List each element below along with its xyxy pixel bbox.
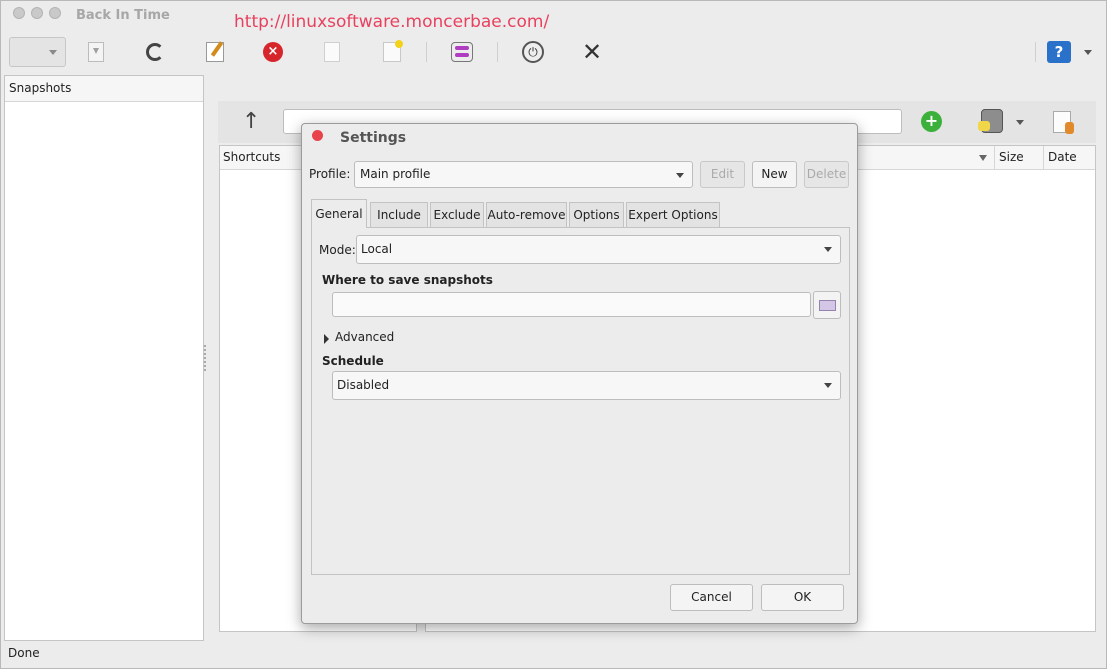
splitter-handle[interactable]: [204, 345, 207, 371]
disclosure-arrow-icon[interactable]: [324, 334, 329, 344]
window-close-button[interactable]: [13, 7, 25, 19]
tab-general[interactable]: General: [311, 199, 367, 228]
help-icon: ?: [1047, 41, 1071, 63]
shutdown-button[interactable]: ⏻: [520, 39, 546, 65]
refresh-icon: [146, 43, 164, 61]
close-icon: ✕: [581, 38, 603, 66]
schedule-label: Schedule: [322, 354, 384, 368]
snapshots-panel[interactable]: Snapshots: [4, 75, 204, 641]
new-profile-button[interactable]: New: [752, 161, 797, 188]
ok-button[interactable]: OK: [761, 584, 844, 611]
new-page-icon: [383, 40, 403, 62]
snapshot-path-input[interactable]: [332, 292, 811, 317]
dialog-title: Settings: [340, 130, 407, 146]
tab-options[interactable]: Options: [569, 202, 624, 227]
tab-auto-remove[interactable]: Auto-remove: [486, 202, 567, 227]
notes-icon[interactable]: [1053, 111, 1074, 134]
toolbar-separator: [497, 42, 498, 62]
profile-combo[interactable]: [9, 37, 66, 67]
mode-label: Mode:: [319, 243, 356, 257]
title-bar: Back In Time http://linuxsoftware.moncer…: [1, 1, 1106, 32]
folder-up-icon[interactable]: ↑: [242, 109, 260, 134]
general-tab-panel: Mode: Local Where to save snapshots Adva…: [311, 227, 850, 575]
chevron-down-icon: [824, 247, 832, 252]
restore-drive-icon[interactable]: [978, 109, 1003, 133]
edit-snapshot-button[interactable]: [202, 39, 228, 65]
chevron-down-icon[interactable]: [1016, 120, 1024, 125]
watermark-url: http://linuxsoftware.moncerbae.com/: [234, 12, 550, 32]
tab-exclude[interactable]: Exclude: [430, 202, 484, 227]
blank-page-icon: [324, 42, 340, 62]
help-menu-button[interactable]: [1075, 39, 1101, 65]
help-button[interactable]: ?: [1046, 39, 1072, 65]
tab-include[interactable]: Include: [370, 202, 428, 227]
advanced-toggle[interactable]: Advanced: [335, 330, 394, 344]
schedule-select[interactable]: Disabled: [332, 371, 841, 400]
settings-dialog: Settings Profile: Main profile Edit New …: [301, 123, 858, 624]
edit-icon: [206, 42, 224, 62]
cancel-button[interactable]: Cancel: [670, 584, 753, 611]
power-icon: ⏻: [522, 41, 544, 63]
status-text: Done: [8, 646, 40, 660]
chevron-down-icon: [49, 50, 57, 55]
window-maximize-button[interactable]: [49, 7, 61, 19]
dialog-close-button[interactable]: [312, 130, 323, 141]
restore-icon: [88, 42, 104, 62]
toolbar-separator: [426, 42, 427, 62]
mode-value: Local: [361, 242, 393, 256]
settings-icon: [451, 42, 473, 62]
chevron-down-icon: [824, 383, 832, 388]
chevron-down-icon: [1084, 49, 1092, 55]
exit-button[interactable]: ✕: [579, 39, 605, 65]
restore-button[interactable]: [83, 39, 109, 65]
remove-snapshot-button[interactable]: ×: [260, 39, 286, 65]
sort-arrow-icon[interactable]: [979, 155, 987, 161]
window-title: Back In Time: [76, 8, 170, 23]
refresh-button[interactable]: [142, 39, 168, 65]
settings-button[interactable]: [449, 39, 475, 65]
schedule-value: Disabled: [337, 378, 390, 392]
size-column-header[interactable]: Size: [994, 146, 1042, 170]
chevron-down-icon: [676, 173, 684, 178]
toolbar-separator: [1035, 42, 1036, 62]
toolbar: × ⏻ ✕ ?: [1, 31, 1106, 75]
snapshots-header: Snapshots: [5, 76, 203, 102]
add-icon[interactable]: +: [921, 111, 942, 132]
where-label: Where to save snapshots: [322, 273, 493, 287]
delete-icon: ×: [263, 42, 283, 62]
profile-select[interactable]: Main profile: [354, 161, 693, 188]
tab-expert-options[interactable]: Expert Options: [626, 202, 720, 227]
browse-folder-button[interactable]: [813, 291, 841, 319]
date-column-header[interactable]: Date: [1043, 146, 1097, 170]
profile-value: Main profile: [360, 167, 431, 181]
folder-icon: [819, 300, 836, 311]
edit-profile-button[interactable]: Edit: [700, 161, 745, 188]
mode-select[interactable]: Local: [356, 235, 841, 264]
window-minimize-button[interactable]: [31, 7, 43, 19]
take-snapshot-button[interactable]: [379, 39, 405, 65]
profile-label: Profile:: [309, 167, 351, 181]
view-snapshot-log-button[interactable]: [319, 39, 345, 65]
delete-profile-button[interactable]: Delete: [804, 161, 849, 188]
